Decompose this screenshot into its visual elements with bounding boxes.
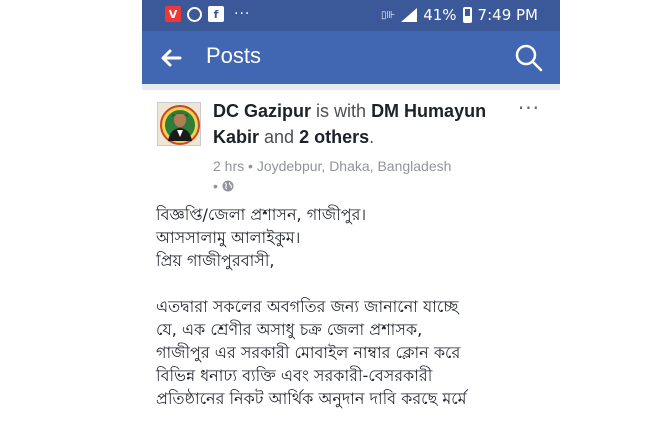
battery-icon	[462, 7, 472, 23]
app-bar: Posts	[142, 31, 560, 84]
author-name[interactable]: DC Gazipur	[213, 101, 311, 121]
post-card: DC Gazipur is with DM Humayun Kabir and …	[142, 90, 560, 433]
post-paragraph-2: এতদ্বারা সকলের অবগতির জন্য জানানো যাচ্ছে…	[156, 295, 551, 410]
post-line: যে, এক শ্রেণীর অসাধু চক্র জেলা প্রশাসক,	[156, 320, 423, 339]
post-header: DC Gazipur is with DM Humayun Kabir and …	[213, 98, 513, 150]
post-location[interactable]: Joydebpur, Dhaka, Bangladesh	[257, 158, 452, 174]
status-time: 7:49 PM	[477, 6, 538, 24]
globe-icon	[222, 180, 234, 192]
post-options-icon[interactable]: ···	[518, 96, 540, 120]
post-line: এতদ্বারা সকলের অবগতির জন্য জানানো যাচ্ছে	[156, 297, 459, 316]
facebook-icon: f	[208, 6, 224, 22]
post-paragraph-1: বিজ্ঞপ্তি/জেলা প্রশাসন, গাজীপুর। আসসালাম…	[156, 203, 551, 272]
network-type-icon: ▯⊪	[380, 9, 396, 21]
post-line: প্রিয় গাজীপুরবাসী,	[156, 251, 275, 270]
and-text: and	[264, 127, 295, 147]
profile-photo-icon	[158, 103, 200, 145]
post-body: বিজ্ঞপ্তি/জেলা প্রশাসন, গাজীপুর। আসসালাম…	[156, 203, 551, 410]
status-left-icons: V f ···	[165, 6, 250, 22]
page-title: Posts	[206, 43, 262, 68]
post-line: বিজ্ঞপ্তি/জেলা প্রশাসন, গাজীপুর।	[156, 205, 367, 224]
search-icon[interactable]	[514, 43, 544, 73]
vivaldi-icon: V	[165, 6, 181, 22]
back-arrow-icon[interactable]	[158, 45, 184, 71]
more-notifications-icon: ···	[234, 6, 251, 22]
others-link[interactable]: 2 others	[299, 127, 369, 147]
status-bar: V f ··· ▯⊪ 41% 7:49 PM	[142, 0, 560, 31]
phone-screen: V f ··· ▯⊪ 41% 7:49 PM Posts DC Gazipur …	[142, 0, 560, 433]
post-line: প্রতিষ্ঠানের নিকট আর্থিক অনুদান দাবি করছ…	[156, 389, 467, 408]
avatar[interactable]	[157, 102, 201, 146]
meta-separator: •	[248, 158, 253, 174]
sync-icon	[187, 6, 202, 22]
signal-icon	[401, 8, 418, 22]
post-time[interactable]: 2 hrs	[213, 158, 244, 174]
post-line: বিভিন্ন ধনাঢ্য ব্যক্তি এবং সরকারী-বেসরকা…	[156, 366, 433, 385]
header-period: .	[369, 127, 375, 147]
post-line: গাজীপুর এর সরকারী মোবাইল নাম্বার ক্লোন ক…	[156, 343, 461, 362]
meta-separator-2: •	[213, 178, 218, 194]
is-with-text: is with	[316, 101, 367, 121]
post-meta: 2 hrs • Joydebpur, Dhaka, Bangladesh •	[213, 156, 513, 196]
post-line: আসসালামু আলাইকুম।	[156, 228, 301, 247]
status-right-icons: ▯⊪ 41% 7:49 PM	[381, 6, 538, 24]
battery-percent: 41%	[423, 6, 457, 24]
